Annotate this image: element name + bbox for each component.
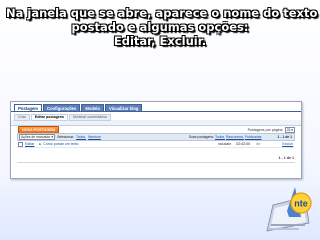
caption-line-1: Na janela que se abre, aparece o nome do… [6,6,318,20]
post-icon: ▸ [39,142,42,146]
tab-divider [11,111,301,112]
filter-all-link[interactable]: Todos, [215,135,225,139]
post-author: de [256,142,261,146]
post-title[interactable]: Como postar um texto [43,142,78,146]
blogger-screenshot: Postagem Configurações Modelo Visualizar… [10,101,302,179]
caption-line-2: postado e algumas opções: [71,20,249,34]
filter-published-link[interactable]: Publicadas [245,135,262,139]
select-all-link[interactable]: Todos, [76,135,86,139]
posts-per-page-label: Postagens por página [247,128,283,132]
post-status: nalusale [217,142,232,146]
subtab-editar-postagens[interactable]: Editar postagens [30,114,68,121]
select-none-link[interactable]: Nenhum [88,135,101,139]
select-label: Selecionar: [57,135,75,139]
logo-text: nte [294,199,308,209]
filter-label: Suas postagens: [188,135,214,139]
delete-post-link[interactable]: Excluir [282,142,295,146]
caption-line-3: Editar, Excluir. [113,34,207,48]
main-tabs: Postagem Configurações Modelo Visualizar… [14,104,143,112]
sub-tabs: Criar Editar postagens Moderar comentári… [14,114,111,121]
slide-caption: Na janela que se abre, aparece o nome do… [6,6,318,48]
pager-bottom: 1 - 1 de 1 [278,156,294,160]
subtab-criar[interactable]: Criar [14,114,30,121]
filter-drafts-link[interactable]: Rascunhos, [226,135,244,139]
posts-per-page-value: 25 [286,128,291,132]
label-actions-select[interactable]: Ações de marcador ▾ [19,134,56,140]
post-filter: Suas postagens: Todos, Rascunhos, Public… [189,135,294,139]
pager-top: 1 - 1 de 1 [277,135,292,139]
subtab-moderar-comentarios[interactable]: Moderar comentários [68,114,111,121]
edit-post-link[interactable]: Editar [25,142,34,146]
post-time: 02:02:00 [236,142,251,146]
label-actions-text: Ações de marcador [21,135,51,139]
bottom-divider [17,162,295,163]
nte-logo: nte [266,187,312,232]
post-checkbox[interactable] [18,141,23,147]
post-row: Editar ▸ Como postar um texto nalusale 0… [17,141,295,148]
post-controls-row: Ações de marcador ▾ Selecionar: Todos, N… [17,133,295,141]
